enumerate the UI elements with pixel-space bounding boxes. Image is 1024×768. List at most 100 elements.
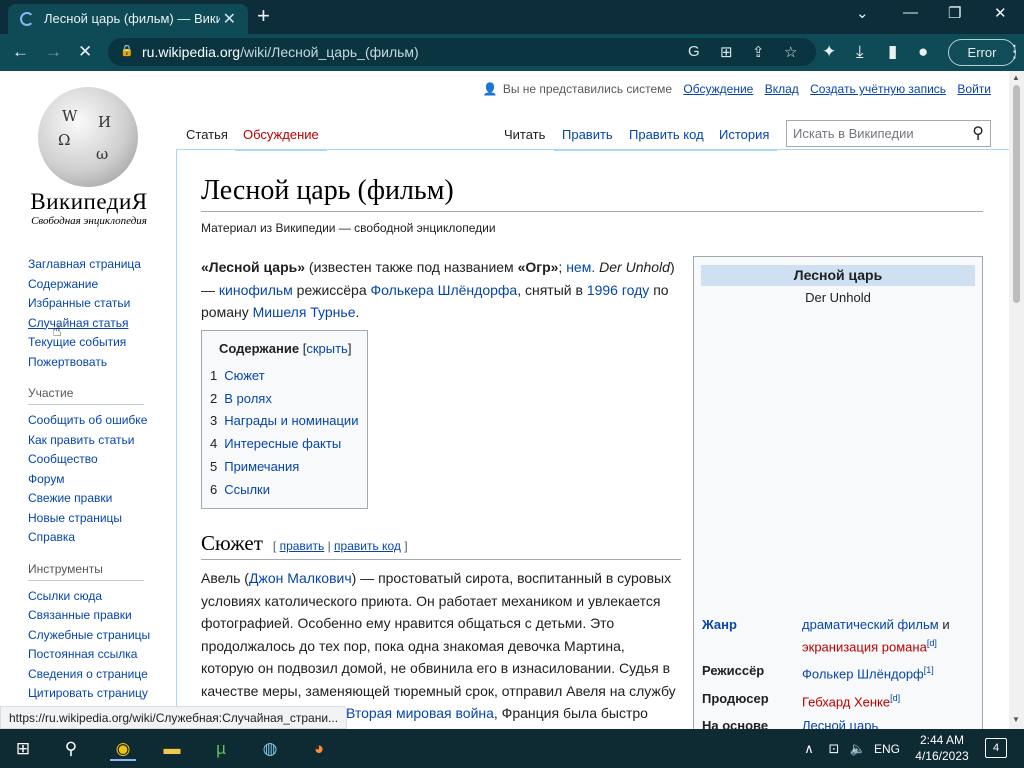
page-title: Лесной царь (фильм) <box>201 175 983 212</box>
minimize-icon[interactable]: — <box>903 4 918 21</box>
browser-tab[interactable]: Лесной царь (фильм) — Википе ✕ <box>8 4 248 34</box>
nav-contents[interactable]: Содержание <box>28 275 178 295</box>
tab-article[interactable]: Статья <box>178 117 236 151</box>
tab-edit[interactable]: Править <box>554 117 621 151</box>
tab-history[interactable]: История <box>711 117 778 151</box>
toc-item[interactable]: 1 Сюжет <box>210 365 358 388</box>
lead-paragraph: «Лесной царь» (известен также под назван… <box>201 259 675 320</box>
nav-donate[interactable]: Пожертвовать <box>28 353 178 373</box>
scroll-down-icon[interactable]: ▼ <box>1012 715 1020 724</box>
search-placeholder: Искать в Википедии <box>793 126 914 141</box>
tray-chevron-icon[interactable]: ∧ <box>800 737 818 761</box>
film-link[interactable]: кинофильм <box>219 282 293 298</box>
toc-item[interactable]: 3 Награды и номинации <box>210 410 358 433</box>
infobox-row: На основе Лесной царь <box>702 717 879 729</box>
network-icon[interactable]: ⊡ <box>825 737 843 761</box>
nav-recent-changes[interactable]: Свежие правки <box>28 489 178 509</box>
translate-icon[interactable]: ⊞ <box>720 43 733 61</box>
download-icon[interactable]: ⤓ <box>856 42 864 62</box>
search-icon[interactable]: ⚲ <box>972 123 984 143</box>
nav-random-article[interactable]: Случайная статья <box>28 314 178 334</box>
utorrent-icon[interactable]: µ <box>208 737 234 761</box>
google-icon[interactable]: G <box>688 43 700 60</box>
taskbar-clock[interactable]: 2:44 AM 4/16/2023 <box>902 732 982 764</box>
toc-item[interactable]: 2В ролях <box>210 388 358 411</box>
input-language[interactable]: ENG <box>872 737 902 761</box>
file-explorer-icon[interactable]: ▬ <box>159 737 185 761</box>
tool-page-info[interactable]: Сведения о странице <box>28 665 178 685</box>
browser-menu-icon[interactable]: ⋮ <box>1006 42 1023 62</box>
infobox-title: Лесной царь <box>701 265 975 286</box>
user-contrib-link[interactable]: Вклад <box>765 82 799 96</box>
address-bar[interactable]: 🔒 ru.wikipedia.org/wiki/Лесной_царь_(фил… <box>108 38 816 66</box>
user-talk-link[interactable]: Обсуждение <box>683 82 753 96</box>
sidebar: Заглавная страница Содержание Избранные … <box>28 255 178 704</box>
tool-permanent-link[interactable]: Постоянная ссылка <box>28 645 178 665</box>
notification-center-icon[interactable]: 4 <box>985 738 1007 758</box>
lock-icon[interactable]: 🔒 <box>120 44 134 57</box>
nav-help[interactable]: Справка <box>28 528 178 548</box>
restore-icon[interactable]: ❐ <box>948 4 961 22</box>
nav-report-error[interactable]: Сообщить об ошибке <box>28 411 178 431</box>
toc-item[interactable]: 4 Интересные факты <box>210 433 358 456</box>
lang-abbr-link[interactable]: нем. <box>566 259 595 275</box>
search-input[interactable]: Искать в Википедии ⚲ <box>786 120 991 147</box>
wikipedia-logo[interactable]: W И Ω ω ВикипедиЯ Свободная энциклопедия <box>26 81 156 231</box>
scroll-up-icon[interactable]: ▲ <box>1012 73 1020 82</box>
author-link[interactable]: Мишеля Турнье <box>253 304 356 320</box>
year-link[interactable]: 1996 году <box>587 282 649 298</box>
nav-forum[interactable]: Форум <box>28 470 178 490</box>
scrollbar-thumb[interactable] <box>1013 85 1020 303</box>
windows-start-icon[interactable]: ⊞ <box>10 737 36 761</box>
new-tab-icon[interactable]: + <box>257 4 270 28</box>
infobox-key-link[interactable]: Жанр <box>702 615 802 656</box>
toc-title: Содержание <box>219 341 300 356</box>
toc-hide-link[interactable]: скрыть <box>306 341 348 356</box>
volume-icon[interactable]: 🔈 <box>849 737 867 761</box>
tab-search-icon[interactable]: ⌄ <box>856 4 869 22</box>
back-icon[interactable]: ← <box>12 42 29 62</box>
app-taskbar-icon[interactable]: ◍ <box>257 737 283 761</box>
forward-icon[interactable]: → <box>45 42 62 62</box>
page-scrollbar[interactable]: ▲ ▼ <box>1009 71 1024 729</box>
stop-loading-icon[interactable]: ✕ <box>78 42 92 62</box>
director-link[interactable]: Фолькера Шлёндорфа <box>371 282 518 298</box>
section-edit-link[interactable]: править <box>280 539 325 553</box>
bookmark-star-icon[interactable]: ☆ <box>784 43 797 61</box>
tool-related-changes[interactable]: Связанные правки <box>28 606 178 626</box>
login-link[interactable]: Войти <box>957 82 991 96</box>
tool-cite-page[interactable]: Цитировать страницу <box>28 684 178 704</box>
lead-bold-title: «Лесной царь» <box>201 259 306 275</box>
tab-read[interactable]: Читать <box>496 117 554 151</box>
close-window-icon[interactable]: ✕ <box>994 4 1007 22</box>
toc-item[interactable]: 6 Ссылки <box>210 479 358 502</box>
tab-edit-code[interactable]: Править код <box>621 117 712 151</box>
firefox-taskbar-icon[interactable]: ◕ <box>306 737 332 761</box>
profile-avatar-icon[interactable]: ● <box>918 42 928 62</box>
nav-current-events[interactable]: Текущие события <box>28 333 178 353</box>
plot-paragraph: Авель (Джон Малкович) — простоватый сиро… <box>201 570 676 721</box>
toc-item[interactable]: 5 Примечания <box>210 456 358 479</box>
side-panel-icon[interactable]: ▮ <box>888 42 897 62</box>
nav-how-to-edit[interactable]: Как править статьи <box>28 431 178 451</box>
section-heading-plot: Сюжет[ править | править код ] <box>201 531 681 560</box>
close-tab-icon[interactable]: ✕ <box>223 9 236 29</box>
extensions-icon[interactable]: ✦ <box>822 42 836 62</box>
actor-link[interactable]: Джон Малкович <box>249 570 352 586</box>
nav-community[interactable]: Сообщество <box>28 450 178 470</box>
nav-main-page[interactable]: Заглавная страница <box>28 255 178 275</box>
create-account-link[interactable]: Создать учётную запись <box>810 82 946 96</box>
section-edit-code-link[interactable]: править код <box>334 539 401 553</box>
tool-what-links-here[interactable]: Ссылки сюда <box>28 587 178 607</box>
tool-special-pages[interactable]: Служебные страницы <box>28 626 178 646</box>
tab-discussion[interactable]: Обсуждение <box>235 117 327 151</box>
chrome-taskbar-icon[interactable]: ◉ <box>110 737 136 761</box>
logo-wordmark: ВикипедиЯ <box>30 189 148 214</box>
wikipedia-globe-icon: W И Ω ω <box>38 87 138 187</box>
nav-featured[interactable]: Избранные статьи <box>28 294 178 314</box>
nav-new-pages[interactable]: Новые страницы <box>28 509 178 529</box>
anon-user-icon: 👤 <box>482 82 498 96</box>
share-icon[interactable]: ⇪ <box>752 43 765 61</box>
taskbar-search-icon[interactable]: ⚲ <box>58 737 84 761</box>
war-link[interactable]: Вторая мировая война <box>346 705 494 721</box>
